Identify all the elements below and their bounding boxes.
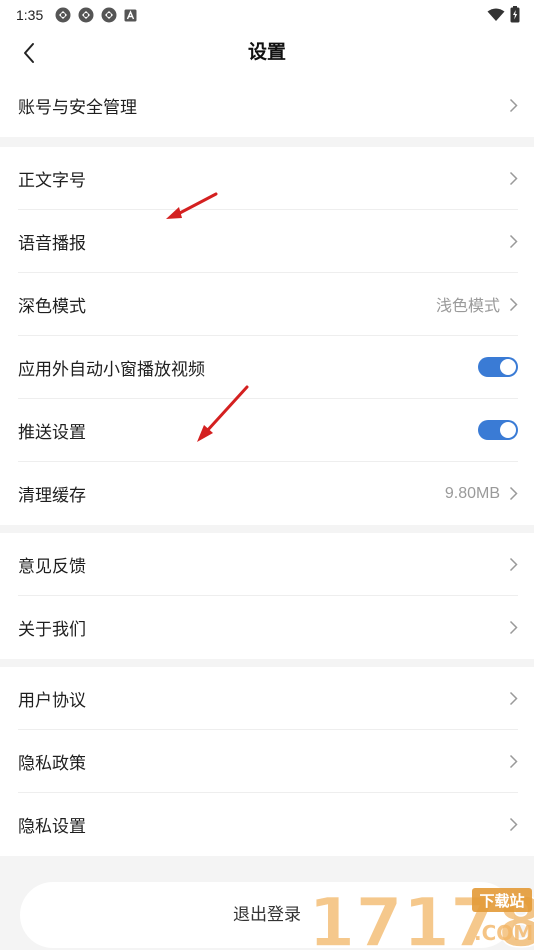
settings-item-clear-cache[interactable]: 清理缓存 9.80MB [18,462,518,525]
chevron-right-icon [506,98,518,113]
watermark-logo: 17178 下载站 .COM [306,883,534,950]
settings-item-feedback[interactable]: 意见反馈 [18,533,518,596]
nav-bar: 设置 [0,30,534,74]
settings-item-label: 推送设置 [18,422,86,443]
settings-item-label: 隐私政策 [18,753,86,774]
settings-item-account-security[interactable]: 账号与安全管理 [18,74,518,137]
chevron-left-icon [24,43,34,63]
svg-text:下载站: 下载站 [479,892,524,910]
chevron-right-icon [506,754,518,769]
settings-item-value: 9.80MB [444,484,500,502]
settings-item-label: 应用外自动小窗播放视频 [18,359,205,380]
app-icon [101,7,117,23]
settings-group-feedback: 意见反馈 关于我们 [0,533,534,659]
a-badge-icon [124,9,137,22]
settings-item-about[interactable]: 关于我们 [18,596,518,659]
settings-item-label: 语音播报 [18,233,86,254]
chevron-right-icon [506,297,518,312]
wifi-icon [487,7,505,26]
settings-item-user-agreement[interactable]: 用户协议 [18,667,518,730]
settings-item-privacy-policy[interactable]: 隐私政策 [18,730,518,793]
settings-item-label: 用户协议 [18,690,86,711]
app-icon [78,7,94,23]
status-bar: 1:35 [0,0,534,30]
settings-item-label: 正文字号 [18,170,86,191]
settings-item-voice-broadcast[interactable]: 语音播报 [18,210,518,273]
settings-item-label: 关于我们 [18,620,86,640]
settings-item-label: 隐私设置 [18,817,86,837]
chevron-right-icon [506,557,518,572]
settings-item-font-size[interactable]: 正文字号 [18,147,518,210]
toggle-knob [500,359,516,375]
page-title: 设置 [247,41,286,63]
chevron-right-icon [506,817,518,832]
chevron-right-icon [506,486,518,501]
chevron-right-icon [506,691,518,706]
pip-video-toggle[interactable] [478,357,518,377]
chevron-right-icon [506,620,518,635]
chevron-right-icon [506,234,518,249]
settings-group-privacy: 用户协议 隐私政策 隐私设置 [0,667,534,856]
push-toggle[interactable] [478,420,518,440]
toggle-knob [500,422,516,438]
svg-text:.COM: .COM [474,921,533,945]
settings-item-dark-mode[interactable]: 深色模式 浅色模式 [18,273,518,336]
settings-item-label: 账号与安全管理 [18,98,137,118]
settings-item-label: 深色模式 [18,296,86,317]
settings-group-display: 正文字号 语音播报 深色模式 浅色模式 应用外自动小窗播放视频 推送设置 清理缓… [0,147,534,525]
settings-item-push: 推送设置 [18,399,518,462]
settings-item-value: 浅色模式 [435,298,500,315]
logout-label: 退出登录 [233,905,301,925]
back-button[interactable] [12,36,46,70]
app-icon [55,7,71,23]
chevron-right-icon [506,171,518,186]
battery-icon [510,6,520,27]
status-right [487,6,520,27]
settings-item-label: 意见反馈 [18,556,86,577]
settings-item-label: 清理缓存 [18,486,86,506]
status-time: 1:35 [16,7,44,23]
settings-group-account: 账号与安全管理 [0,74,534,137]
settings-item-privacy-settings[interactable]: 隐私设置 [18,793,518,856]
settings-item-pip-video: 应用外自动小窗播放视频 [18,336,518,399]
